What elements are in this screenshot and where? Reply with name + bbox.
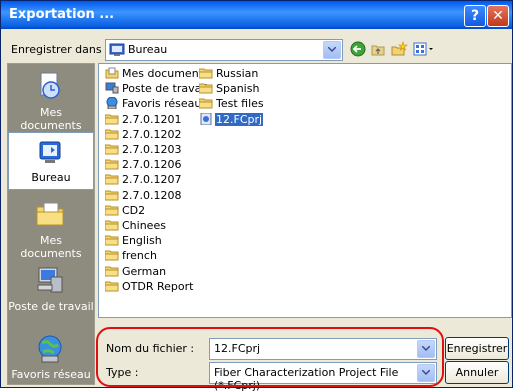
file-name: Poste de travail xyxy=(122,82,208,96)
file-list[interactable]: Mes documents Poste de travail Favoris rés… xyxy=(98,63,512,318)
my-documents-icon xyxy=(36,202,64,226)
place-desktop[interactable]: Bureau xyxy=(8,132,94,190)
folder-icon xyxy=(199,83,213,94)
file-name: Favoris réseau xyxy=(122,97,202,111)
cancel-button[interactable]: Annuler xyxy=(445,361,509,384)
file-name: Test files xyxy=(216,97,264,111)
place-network-places[interactable]: Favoris réseau xyxy=(8,334,94,382)
file-name: 2.7.0.1202 xyxy=(122,127,182,141)
folder-icon xyxy=(199,98,213,109)
folder-icon xyxy=(105,281,119,292)
place-label: Poste de travail xyxy=(8,300,94,313)
folder-icon xyxy=(105,250,119,261)
close-button[interactable]: ✕ xyxy=(487,5,509,27)
file-name: Russian xyxy=(216,67,259,80)
back-icon[interactable] xyxy=(350,41,366,57)
save-in-value: Bureau xyxy=(128,43,168,56)
save-button[interactable]: Enregistrer xyxy=(445,337,509,360)
places-bar: Mes documents récents Bureau Mes documen… xyxy=(7,63,95,385)
place-label: Bureau xyxy=(31,171,71,184)
file-name: 2.7.0.1201 xyxy=(122,112,182,126)
folder-icon xyxy=(199,68,213,79)
file-name: 2.7.0.1203 xyxy=(122,143,182,156)
save-in-combo[interactable]: Bureau xyxy=(105,39,343,61)
folder-icon xyxy=(105,266,119,277)
desktop-icon xyxy=(39,141,61,163)
file-name: Spanish xyxy=(216,82,260,96)
file-name: Chinees xyxy=(122,219,166,232)
my-documents-icon xyxy=(105,67,119,79)
file-name: french xyxy=(122,249,157,263)
view-menu-icon[interactable] xyxy=(413,41,435,57)
place-my-documents[interactable]: Mes documents xyxy=(8,198,94,260)
chevron-down-icon xyxy=(328,47,336,52)
help-button[interactable]: ? xyxy=(464,5,486,27)
title-bar[interactable]: Exportation ... ? ✕ xyxy=(1,1,512,29)
folder-icon xyxy=(105,174,119,185)
new-folder-icon[interactable] xyxy=(390,41,408,57)
file-name: 2.7.0.1207 xyxy=(122,173,182,187)
folder-icon xyxy=(105,235,119,246)
folder-icon xyxy=(105,114,119,125)
export-dialog: Exportation ... ? ✕ Enregistrer dans : B… xyxy=(0,0,513,392)
save-in-label: Enregistrer dans : xyxy=(11,43,109,56)
network-places-icon xyxy=(106,97,118,110)
close-icon: ✕ xyxy=(492,8,504,24)
recent-documents-icon xyxy=(40,72,60,99)
highlight-annotation xyxy=(96,327,444,387)
folder-icon xyxy=(105,159,119,170)
place-my-computer[interactable]: Poste de travail xyxy=(8,264,94,320)
dialog-title: Exportation ... xyxy=(9,7,115,22)
file-name: 12.FCprj xyxy=(215,112,264,126)
folder-icon xyxy=(105,129,119,140)
my-computer-icon xyxy=(37,267,63,293)
project-file-icon xyxy=(200,112,212,125)
file-name: 2.7.0.1208 xyxy=(122,188,182,202)
place-label: Favoris réseau xyxy=(11,368,91,381)
network-places-icon xyxy=(38,335,62,363)
place-label: Mes documents xyxy=(20,234,82,260)
file-name: Mes documents xyxy=(122,67,209,80)
file-name: German xyxy=(122,264,167,278)
help-icon: ? xyxy=(470,8,480,24)
folder-icon xyxy=(105,144,119,155)
file-name: OTDR Report xyxy=(122,279,194,293)
up-folder-icon[interactable] xyxy=(370,41,386,57)
desktop-small-icon xyxy=(109,43,125,56)
folder-icon xyxy=(105,190,119,201)
file-name: 2.7.0.1206 xyxy=(122,158,182,172)
file-name: English xyxy=(122,234,162,248)
save-in-dropdown-button[interactable] xyxy=(323,41,341,59)
my-computer-icon xyxy=(105,82,119,94)
folder-icon xyxy=(105,220,119,231)
file-name: CD2 xyxy=(122,203,146,217)
folder-icon xyxy=(105,205,119,216)
place-recent-documents[interactable]: Mes documents récents xyxy=(8,70,94,145)
